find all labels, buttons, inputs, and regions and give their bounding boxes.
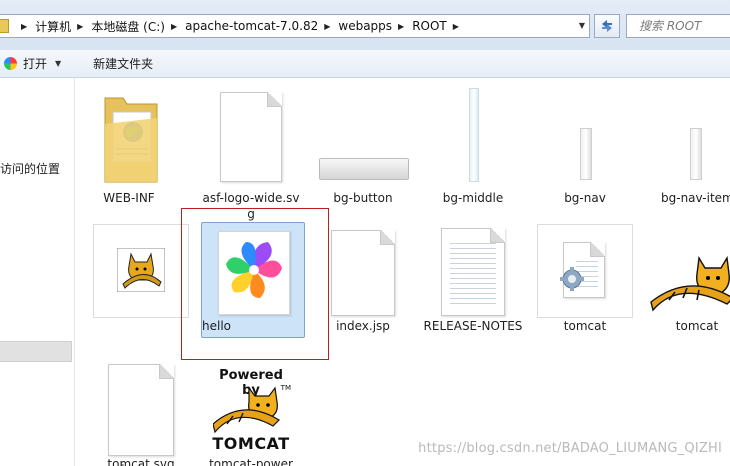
file-item-release-notes[interactable]: RELEASE-NOTES bbox=[423, 222, 523, 358]
trademark-text: TM bbox=[280, 384, 291, 392]
file-item-asf-logo-wide-svg[interactable]: asf-logo-wide.svg bbox=[201, 86, 301, 222]
file-list: WEB-INF asf-logo-wide.svg bg-button bg-m… bbox=[75, 78, 730, 466]
command-toolbar: 打开 ▼ 新建文件夹 bbox=[0, 50, 730, 78]
file-name: tomcat-power bbox=[209, 457, 293, 466]
file-item-favicon[interactable]: favicon bbox=[91, 222, 191, 466]
pinwheel-app-icon bbox=[226, 242, 282, 298]
file-name: index.jsp bbox=[336, 319, 390, 333]
file-name: RELEASE-NOTES bbox=[423, 319, 523, 333]
address-bar-strip: ▶ 计算机 ▶ 本地磁盘 (C:) ▶ apache-tomcat-7.0.82… bbox=[0, 0, 730, 50]
file-item-bg-nav[interactable]: bg-nav bbox=[535, 86, 635, 206]
nav-item-selected[interactable] bbox=[0, 341, 72, 362]
new-folder-label: 新建文件夹 bbox=[93, 57, 154, 71]
file-icon bbox=[220, 92, 282, 182]
file-name: bg-button bbox=[333, 191, 393, 205]
breadcrumb: ▶ 计算机 ▶ 本地磁盘 (C:) ▶ apache-tomcat-7.0.82… bbox=[15, 18, 467, 35]
tomcat-wordmark: TOMCAT bbox=[212, 434, 290, 453]
open-label: 打开 bbox=[23, 57, 48, 71]
file-name: bg-nav bbox=[564, 191, 606, 205]
file-item-index-jsp[interactable]: index.jsp bbox=[313, 222, 413, 342]
breadcrumb-computer[interactable]: 计算机 bbox=[35, 18, 71, 35]
file-item-tomcat-power[interactable]: Powered by TM TOMCAT tomcat-power bbox=[201, 362, 301, 466]
file-item-tomcat-image[interactable]: tomcat bbox=[647, 222, 730, 342]
navigation-pane: 访问的位置 bbox=[0, 78, 75, 466]
tomcat-cat-icon bbox=[117, 248, 165, 292]
refresh-icon bbox=[602, 20, 612, 32]
tomcat-cat-icon bbox=[213, 386, 280, 434]
image-thumbnail bbox=[580, 128, 592, 180]
image-thumbnail bbox=[690, 128, 702, 180]
file-item-hello[interactable]: hello bbox=[201, 222, 305, 338]
chevron-down-icon[interactable]: ▼ bbox=[579, 21, 585, 30]
file-name: tomcat bbox=[563, 319, 607, 333]
chevron-right-icon[interactable]: ▶ bbox=[398, 22, 404, 31]
file-name: bg-nav-item bbox=[661, 191, 730, 205]
file-item-web-inf[interactable]: WEB-INF bbox=[79, 86, 179, 206]
file-icon bbox=[331, 230, 395, 316]
file-name: hello bbox=[202, 319, 231, 333]
file-name: tomcat bbox=[675, 319, 719, 333]
refresh-button[interactable] bbox=[594, 14, 620, 38]
breadcrumb-root[interactable]: ROOT bbox=[412, 19, 447, 33]
file-item-bg-button[interactable]: bg-button bbox=[313, 86, 413, 206]
open-with-icon bbox=[4, 57, 17, 70]
config-gear-icon bbox=[560, 267, 584, 291]
chevron-right-icon[interactable]: ▶ bbox=[21, 22, 27, 31]
powered-by-tomcat-logo: Powered by TM TOMCAT bbox=[209, 366, 293, 454]
file-name: tomcat.svg bbox=[107, 457, 175, 466]
watermark-text: https://blog.csdn.net/BADAO_LIUMANG_QIZH… bbox=[418, 441, 722, 456]
tomcat-cat-icon bbox=[649, 254, 730, 316]
search-input[interactable] bbox=[637, 18, 730, 34]
search-box[interactable] bbox=[626, 14, 730, 38]
file-item-bg-nav-item[interactable]: bg-nav-item bbox=[647, 86, 730, 206]
new-folder-button[interactable]: 新建文件夹 bbox=[93, 53, 153, 75]
nav-item-recent-places[interactable]: 访问的位置 bbox=[0, 160, 60, 177]
folder-icon bbox=[0, 19, 9, 33]
address-bar[interactable]: ▶ 计算机 ▶ 本地磁盘 (C:) ▶ apache-tomcat-7.0.82… bbox=[0, 14, 590, 38]
file-icon bbox=[108, 364, 174, 456]
chevron-right-icon[interactable]: ▶ bbox=[453, 22, 459, 31]
chevron-down-icon[interactable]: ▼ bbox=[55, 59, 61, 68]
chevron-right-icon[interactable]: ▶ bbox=[324, 22, 330, 31]
chevron-right-icon[interactable]: ▶ bbox=[171, 22, 177, 31]
file-name: WEB-INF bbox=[103, 191, 155, 205]
image-thumbnail bbox=[319, 158, 409, 180]
breadcrumb-webapps[interactable]: webapps bbox=[338, 19, 392, 33]
file-item-bg-middle[interactable]: bg-middle bbox=[423, 86, 523, 206]
file-name: bg-middle bbox=[442, 191, 504, 205]
breadcrumb-tomcat[interactable]: apache-tomcat-7.0.82 bbox=[185, 19, 318, 33]
breadcrumb-drive-c[interactable]: 本地磁盘 (C:) bbox=[91, 18, 165, 35]
text-file-icon bbox=[441, 228, 505, 316]
image-thumbnail bbox=[469, 88, 479, 182]
file-item-tomcat-svg[interactable]: tomcat.svg bbox=[91, 362, 191, 466]
open-button[interactable]: 打开 ▼ bbox=[0, 53, 61, 75]
chevron-right-icon[interactable]: ▶ bbox=[77, 22, 83, 31]
folder-icon bbox=[104, 97, 158, 183]
file-item-tomcat-config[interactable]: tomcat bbox=[535, 222, 635, 342]
